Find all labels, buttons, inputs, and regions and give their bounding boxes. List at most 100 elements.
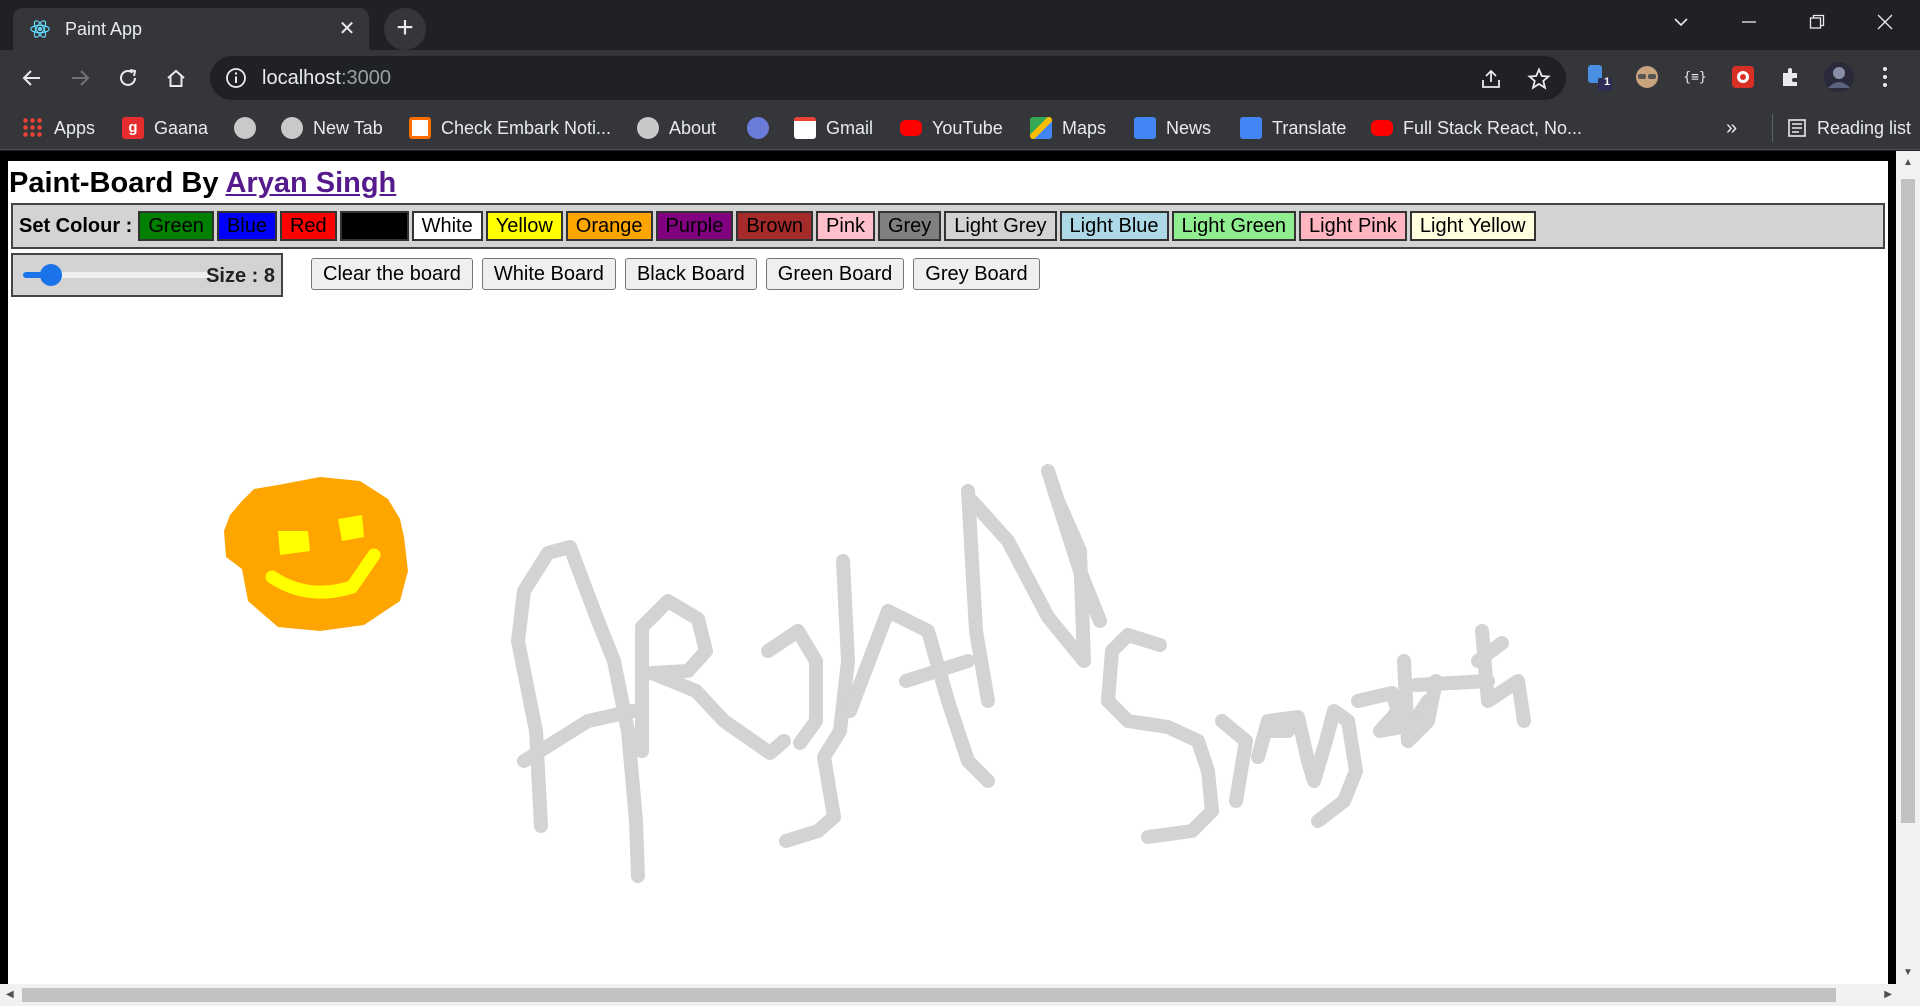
colour-button-brown[interactable]: Brown bbox=[736, 211, 814, 241]
bookmark-news[interactable]: News bbox=[1134, 114, 1211, 142]
reading-list[interactable]: Reading list bbox=[1772, 114, 1911, 142]
menu-kebab-icon[interactable] bbox=[1868, 60, 1902, 94]
address-bar[interactable]: localhost:3000 bbox=[210, 56, 1566, 100]
bookmark-youtube[interactable]: YouTube bbox=[900, 114, 1003, 142]
embark-icon bbox=[409, 117, 431, 139]
extension-badge-icon[interactable]: 1 bbox=[1582, 60, 1616, 94]
bookmark-gaana[interactable]: g Gaana bbox=[122, 114, 208, 142]
bookmark-maps[interactable]: Maps bbox=[1030, 114, 1106, 142]
bookmark-apps[interactable]: Apps bbox=[22, 114, 95, 142]
board-button-green-board[interactable]: Green Board bbox=[765, 258, 905, 290]
home-icon[interactable] bbox=[158, 60, 194, 96]
horizontal-scrollbar[interactable]: ◀ ▶ bbox=[0, 984, 1920, 1006]
horizontal-scroll-thumb[interactable] bbox=[22, 988, 1836, 1002]
tab-strip: Paint App ✕ + bbox=[0, 0, 1920, 50]
bookmark-globe[interactable] bbox=[234, 114, 256, 142]
globe-icon bbox=[234, 117, 256, 139]
youtube-icon bbox=[900, 120, 922, 136]
feather-icon bbox=[747, 117, 769, 139]
colour-button-light-blue[interactable]: Light Blue bbox=[1059, 211, 1169, 241]
new-tab-button[interactable]: + bbox=[384, 8, 426, 50]
vertical-scrollbar[interactable]: ▲ ▼ bbox=[1896, 151, 1920, 984]
colour-button-grey[interactable]: Grey bbox=[877, 211, 942, 241]
gmail-icon bbox=[794, 117, 816, 139]
colour-toolbar: Set Colour : Green Blue Red Black White Yello… bbox=[11, 203, 1885, 249]
paint-app-page: Paint-Board By Aryan Singh Set Colour : … bbox=[8, 161, 1888, 986]
bookmark-about[interactable]: About bbox=[637, 114, 716, 142]
board-button-white-board[interactable]: White Board bbox=[481, 258, 616, 290]
bookmark-gmail[interactable]: Gmail bbox=[794, 114, 873, 142]
colour-button-red[interactable]: Red bbox=[279, 211, 337, 241]
globe-icon bbox=[281, 117, 303, 139]
colour-button-light-green[interactable]: Light Green bbox=[1171, 211, 1297, 241]
brush-size-control: Size : 8 bbox=[11, 253, 283, 297]
scroll-right-icon[interactable]: ▶ bbox=[1884, 989, 1892, 1000]
forward-icon[interactable] bbox=[62, 60, 98, 96]
extension-json-icon[interactable]: {≡} bbox=[1678, 60, 1712, 94]
translate-icon bbox=[1240, 117, 1262, 139]
page-title: Paint-Board By Aryan Singh bbox=[9, 167, 397, 199]
bookmark-star-icon[interactable] bbox=[1526, 66, 1552, 92]
colour-button-purple[interactable]: Purple bbox=[655, 211, 734, 241]
extensions-puzzle-icon[interactable] bbox=[1774, 60, 1808, 94]
bookmark-embark[interactable]: Check Embark Noti... bbox=[409, 114, 611, 142]
youtube-icon bbox=[1371, 120, 1393, 136]
size-slider-thumb[interactable] bbox=[40, 264, 63, 286]
colour-button-light-grey[interactable]: Light Grey bbox=[944, 211, 1057, 241]
set-colour-label: Set Colour : bbox=[19, 214, 133, 237]
gaana-icon: g bbox=[122, 117, 144, 139]
smiley-drawing bbox=[224, 477, 408, 631]
colour-button-yellow[interactable]: Yellow bbox=[485, 211, 563, 241]
board-button-group: Clear the board White Board Black Board Gre… bbox=[311, 258, 1040, 290]
board-button-grey-board[interactable]: Grey Board bbox=[913, 258, 1040, 290]
restore-icon[interactable] bbox=[1788, 0, 1846, 44]
bookmark-full-stack[interactable]: Full Stack React, No... bbox=[1371, 114, 1582, 142]
url-text[interactable]: localhost:3000 bbox=[262, 67, 391, 90]
handwritten-name-aryan bbox=[511, 464, 1107, 883]
bookmarks-bar: Apps g Gaana New Tab Check Embark Noti..… bbox=[0, 106, 1920, 150]
board-button-black-board[interactable]: Black Board bbox=[624, 258, 757, 290]
extension-face-icon[interactable] bbox=[1630, 60, 1664, 94]
colour-button-group: Green Blue Red Black White Yellow Orange Purple… bbox=[138, 211, 1538, 241]
tab-search-icon[interactable] bbox=[1652, 0, 1710, 44]
page-viewport: Paint-Board By Aryan Singh Set Colour : … bbox=[0, 151, 1920, 1006]
bookmark-translate[interactable]: Translate bbox=[1240, 114, 1346, 142]
reading-list-icon bbox=[1788, 119, 1806, 137]
colour-button-light-pink[interactable]: Light Pink bbox=[1299, 211, 1407, 241]
board-button-clear-the-board[interactable]: Clear the board bbox=[311, 258, 473, 290]
scroll-left-icon[interactable]: ◀ bbox=[6, 989, 14, 1000]
handwritten-name-singh bbox=[1101, 624, 1531, 844]
colour-button-pink[interactable]: Pink bbox=[816, 211, 875, 241]
react-icon bbox=[30, 20, 50, 38]
browser-toolbar: localhost:3000 1 {≡} bbox=[0, 50, 1920, 106]
news-icon bbox=[1134, 117, 1156, 139]
bookmark-new-tab[interactable]: New Tab bbox=[281, 114, 383, 142]
close-window-icon[interactable] bbox=[1856, 0, 1914, 44]
scroll-down-icon[interactable]: ▼ bbox=[1903, 967, 1913, 978]
reload-icon[interactable] bbox=[110, 60, 146, 96]
colour-button-black[interactable]: Black bbox=[339, 211, 409, 241]
globe-icon bbox=[637, 117, 659, 139]
apps-grid-icon bbox=[22, 117, 44, 139]
profile-avatar[interactable] bbox=[1822, 60, 1856, 94]
maps-icon bbox=[1030, 117, 1052, 139]
browser-tab[interactable]: Paint App ✕ bbox=[13, 8, 369, 50]
bookmarks-overflow[interactable]: » bbox=[1726, 114, 1737, 142]
colour-button-green[interactable]: Green bbox=[138, 211, 214, 241]
colour-button-light-yellow[interactable]: Light Yellow bbox=[1409, 211, 1536, 241]
close-tab-icon[interactable]: ✕ bbox=[335, 17, 359, 41]
share-icon[interactable] bbox=[1478, 66, 1504, 92]
colour-button-white[interactable]: White bbox=[411, 211, 483, 241]
back-icon[interactable] bbox=[14, 60, 50, 96]
vertical-scroll-thumb[interactable] bbox=[1901, 179, 1915, 823]
colour-button-blue[interactable]: Blue bbox=[216, 211, 277, 241]
scroll-up-icon[interactable]: ▲ bbox=[1903, 157, 1913, 168]
colour-button-orange[interactable]: Orange bbox=[565, 211, 653, 241]
minimize-icon[interactable] bbox=[1720, 0, 1778, 44]
extension-red-icon[interactable] bbox=[1726, 60, 1760, 94]
size-label: Size : 8 bbox=[206, 265, 275, 287]
info-icon[interactable] bbox=[224, 66, 248, 90]
author-link[interactable]: Aryan Singh bbox=[225, 167, 396, 199]
drawing-canvas[interactable] bbox=[8, 301, 1888, 986]
bookmark-feather[interactable] bbox=[747, 114, 769, 142]
